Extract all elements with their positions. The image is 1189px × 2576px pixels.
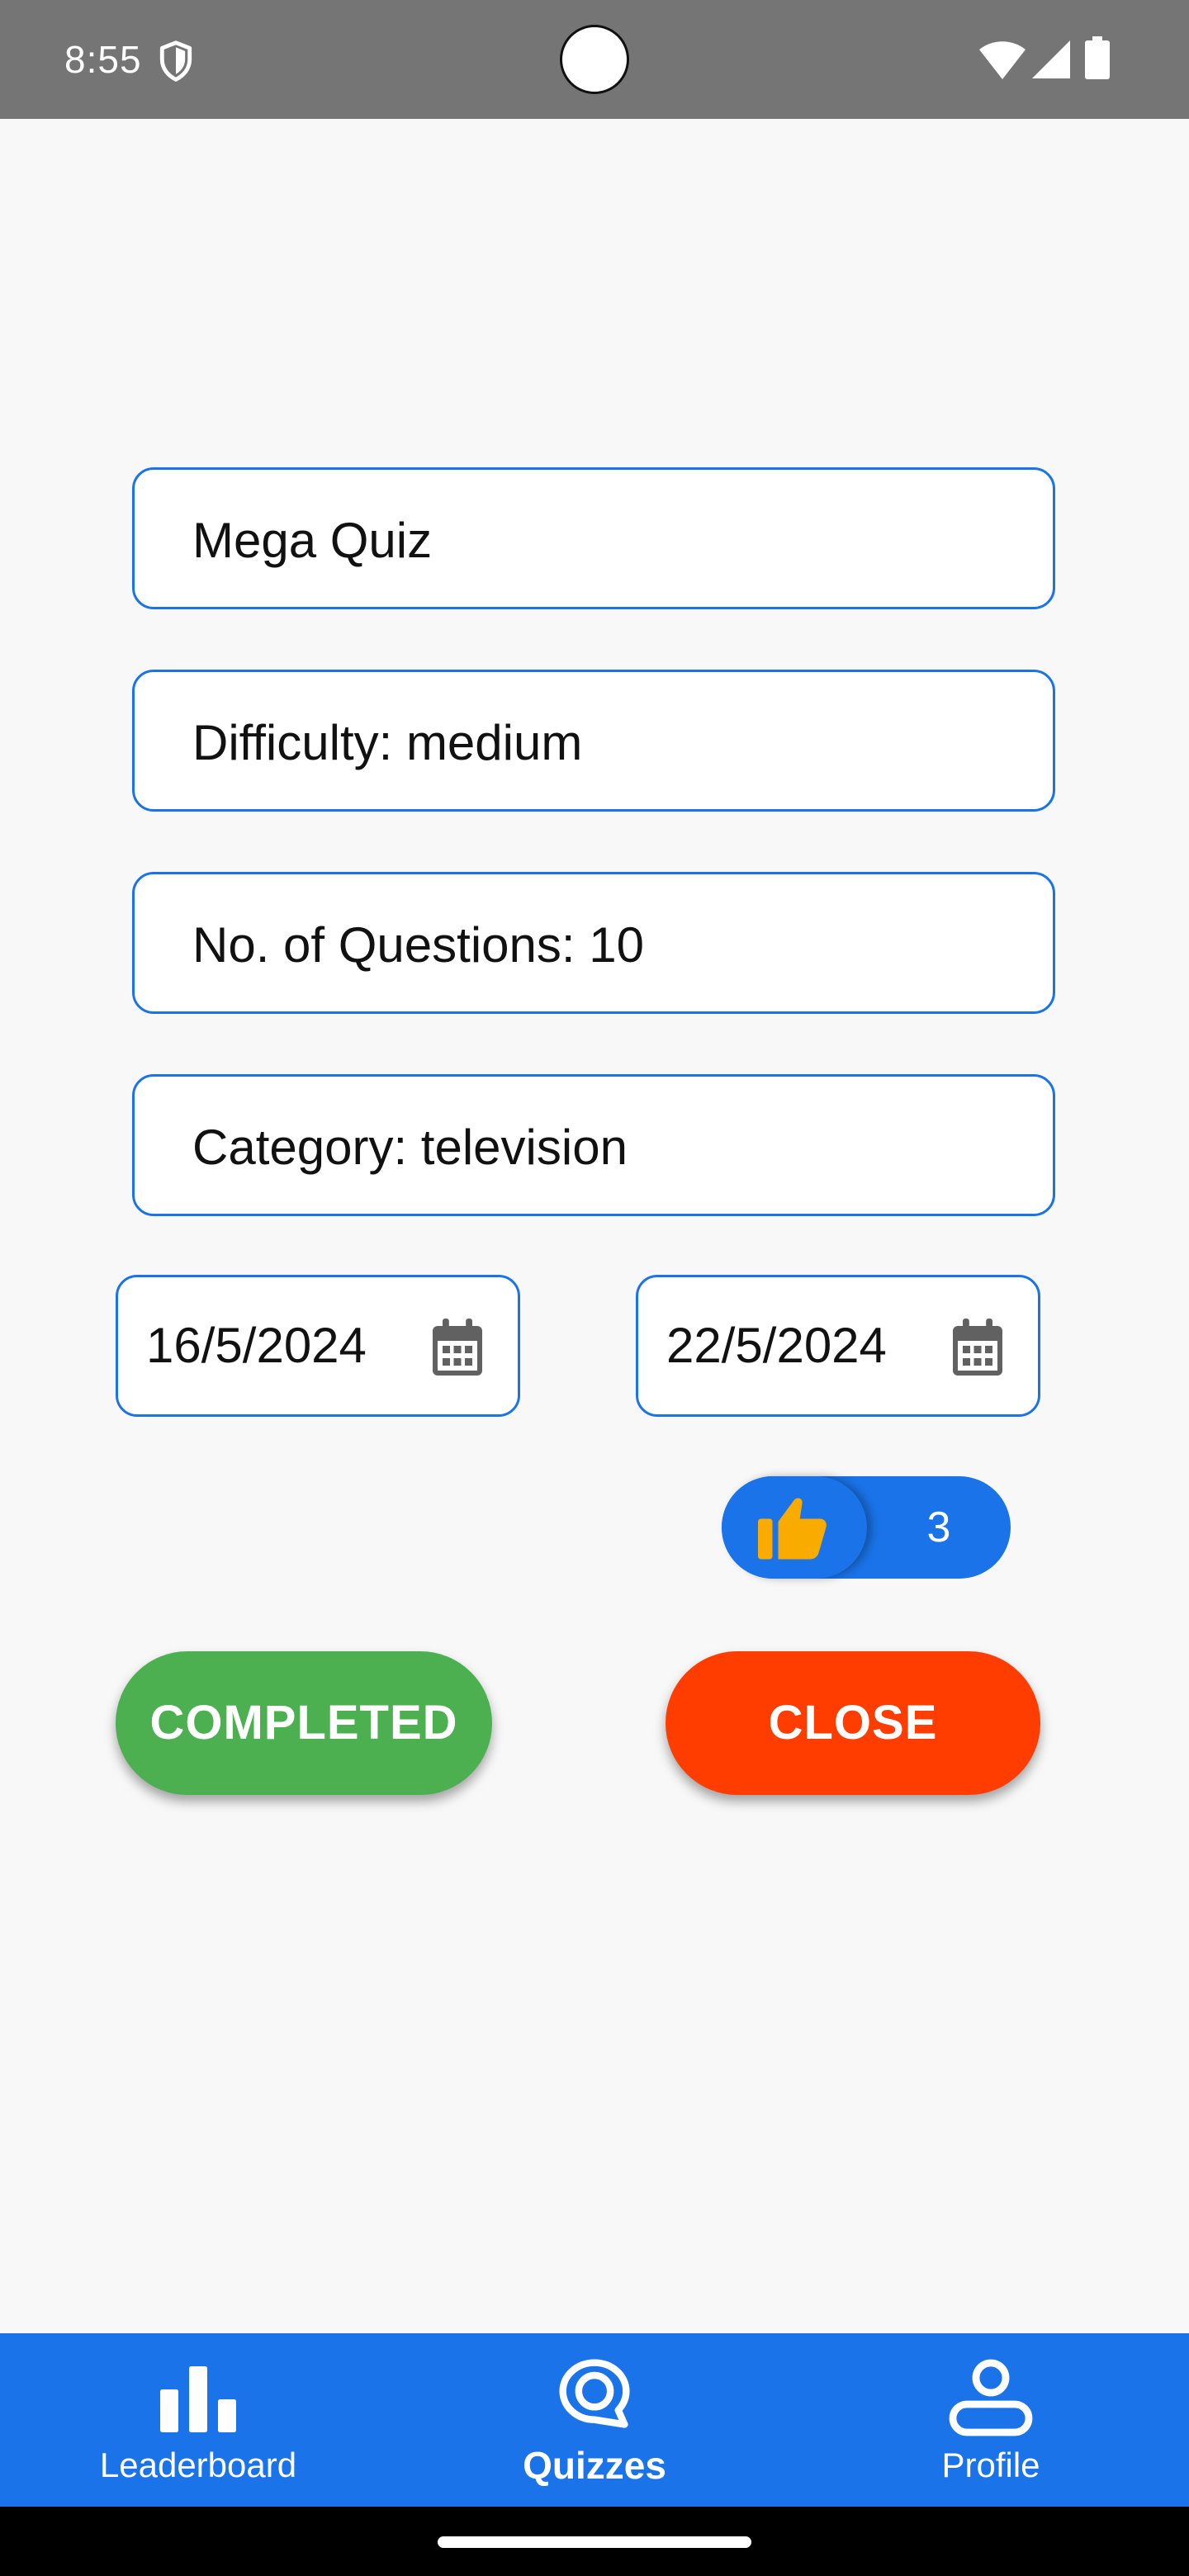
quiz-detail-screen: 8:55 Mega Quiz Difficulty: medium No. of… <box>0 0 1189 2576</box>
start-date-value: 16/5/2024 <box>146 1318 367 1373</box>
end-date-field[interactable]: 22/5/2024 <box>636 1275 1040 1417</box>
difficulty-field[interactable]: Difficulty: medium <box>132 670 1055 812</box>
questions-count-field[interactable]: No. of Questions: 10 <box>132 872 1055 1014</box>
category-field[interactable]: Category: television <box>132 1074 1055 1216</box>
like-counter: 3 <box>722 1476 1011 1579</box>
nav-label-profile: Profile <box>941 2446 1040 2484</box>
nav-item-profile[interactable]: Profile <box>793 2333 1189 2507</box>
completed-button[interactable]: COMPLETED <box>116 1651 492 1795</box>
signal-icon <box>1032 40 1070 78</box>
wifi-icon <box>979 41 1026 79</box>
camera-cutout <box>560 25 629 94</box>
like-button[interactable] <box>722 1476 867 1579</box>
like-count: 3 <box>926 1503 951 1551</box>
quiz-title-field[interactable]: Mega Quiz <box>132 467 1055 609</box>
nav-label-quizzes: Quizzes <box>523 2444 666 2487</box>
calendar-icon[interactable] <box>430 1319 485 1378</box>
quiz-title-value: Mega Quiz <box>192 513 433 568</box>
battery-icon <box>1085 36 1110 79</box>
difficulty-value: Difficulty: medium <box>192 715 583 770</box>
shield-icon <box>159 40 192 82</box>
bottom-navigation: Leaderboard Quizzes Profile <box>0 2333 1189 2507</box>
close-button[interactable]: CLOSE <box>666 1651 1040 1795</box>
nav-label-leaderboard: Leaderboard <box>99 2446 297 2484</box>
thumbs-up-icon <box>758 1498 827 1560</box>
end-date-value: 22/5/2024 <box>666 1318 887 1373</box>
person-icon <box>949 2359 1033 2436</box>
status-time: 8:55 <box>64 38 142 81</box>
nav-item-leaderboard[interactable]: Leaderboard <box>0 2333 396 2507</box>
category-value: Category: television <box>192 1120 628 1175</box>
calendar-icon[interactable] <box>950 1319 1005 1378</box>
questions-count-value: No. of Questions: 10 <box>192 917 644 973</box>
quiz-chat-icon <box>559 2359 630 2428</box>
status-bar: 8:55 <box>0 0 1189 119</box>
home-gesture-handle[interactable] <box>438 2536 751 2548</box>
bar-chart-icon <box>160 2366 236 2432</box>
gesture-navigation-bar <box>0 2507 1189 2576</box>
start-date-field[interactable]: 16/5/2024 <box>116 1275 520 1417</box>
nav-item-quizzes[interactable]: Quizzes <box>396 2333 793 2507</box>
